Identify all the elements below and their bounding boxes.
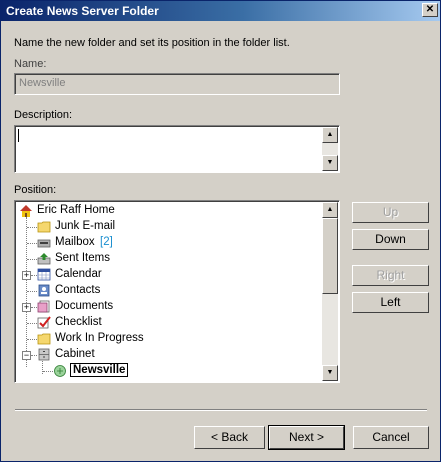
news-folder-icon bbox=[53, 364, 67, 377]
name-field: Newsville bbox=[14, 73, 340, 95]
documents-icon bbox=[37, 300, 51, 313]
folder-tree[interactable]: Eric Raff Home Junk E-mail Mailbox [2] S… bbox=[14, 200, 340, 383]
move-left-button[interactable]: Left bbox=[352, 292, 429, 313]
home-icon bbox=[19, 204, 33, 217]
tree-item-label: Work In Progress bbox=[55, 332, 144, 344]
text-caret bbox=[18, 129, 19, 142]
move-down-button[interactable]: Down bbox=[352, 229, 429, 250]
folder-icon bbox=[37, 220, 51, 233]
name-value: Newsville bbox=[19, 77, 66, 89]
folder-icon bbox=[37, 332, 51, 345]
tree-item-label: Documents bbox=[55, 300, 114, 312]
arrow-down-icon: ▼ bbox=[326, 369, 334, 376]
tree-line bbox=[27, 323, 37, 324]
tree-line bbox=[26, 217, 27, 367]
name-label: Name: bbox=[14, 58, 47, 70]
tree-item-label: Checklist bbox=[55, 316, 102, 328]
tree-item-label: Calendar bbox=[55, 268, 102, 280]
title-bar[interactable]: Create News Server Folder ✕ bbox=[1, 1, 440, 21]
arrow-up-icon: ▲ bbox=[326, 206, 334, 213]
window-title: Create News Server Folder bbox=[6, 4, 159, 18]
instructions-text: Name the new folder and set its position… bbox=[14, 37, 290, 49]
tree-line bbox=[27, 259, 37, 260]
tree-item-label: Junk E-mail bbox=[55, 220, 116, 232]
tree-line bbox=[43, 371, 53, 372]
position-label: Position: bbox=[14, 184, 57, 196]
tree-item-label: Eric Raff Home bbox=[37, 204, 115, 216]
back-button[interactable]: < Back bbox=[194, 426, 265, 449]
scroll-up-button[interactable]: ▲ bbox=[322, 202, 338, 218]
scroll-thumb[interactable] bbox=[322, 218, 338, 294]
tree-scrollbar[interactable]: ▲ ▼ bbox=[322, 202, 338, 381]
tree-item-label: Cabinet bbox=[55, 348, 95, 360]
footer-divider bbox=[15, 409, 427, 411]
tree-line bbox=[27, 227, 37, 228]
tree-item-label: Contacts bbox=[55, 284, 101, 296]
description-field[interactable]: ▲ ▼ bbox=[14, 125, 340, 173]
expand-icon[interactable]: + bbox=[22, 303, 31, 312]
collapse-icon[interactable]: − bbox=[22, 351, 31, 360]
tree-line bbox=[27, 243, 37, 244]
dialog-window: Create News Server Folder ✕ Name the new… bbox=[0, 0, 441, 462]
description-scrollbar[interactable]: ▲ ▼ bbox=[322, 127, 338, 171]
tree-line bbox=[27, 339, 37, 340]
arrow-up-icon: ▲ bbox=[326, 131, 334, 138]
tree-item-label: Mailbox bbox=[55, 236, 95, 248]
scroll-down-button[interactable]: ▼ bbox=[322, 365, 338, 381]
close-icon: ✕ bbox=[425, 4, 435, 15]
contacts-icon bbox=[37, 284, 51, 297]
sent-items-icon bbox=[37, 252, 51, 265]
tree-item-label: Sent Items bbox=[55, 252, 110, 264]
unread-count: [2] bbox=[100, 236, 113, 248]
tree-line bbox=[27, 291, 37, 292]
mailbox-icon bbox=[37, 236, 51, 249]
cancel-button[interactable]: Cancel bbox=[353, 426, 429, 449]
expand-icon[interactable]: + bbox=[22, 271, 31, 280]
checklist-icon bbox=[37, 316, 51, 329]
next-button[interactable]: Next > bbox=[268, 425, 345, 450]
move-up-button[interactable]: Up bbox=[352, 202, 429, 223]
move-right-button[interactable]: Right bbox=[352, 265, 429, 286]
scroll-up-button[interactable]: ▲ bbox=[322, 127, 338, 143]
tree-item-label-editing[interactable]: Newsville bbox=[70, 363, 129, 377]
scroll-down-button[interactable]: ▼ bbox=[322, 155, 338, 171]
arrow-down-icon: ▼ bbox=[326, 159, 334, 166]
description-label: Description: bbox=[14, 109, 73, 121]
calendar-icon bbox=[37, 268, 51, 281]
cabinet-icon bbox=[37, 348, 51, 361]
close-button[interactable]: ✕ bbox=[422, 3, 438, 17]
